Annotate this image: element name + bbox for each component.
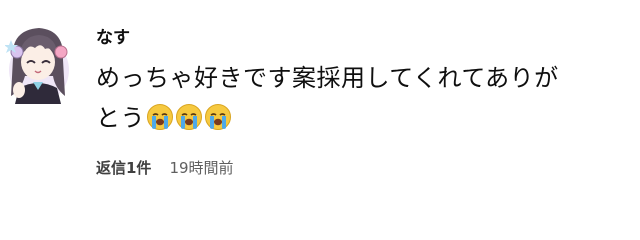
comment-timestamp: 19時間前	[169, 159, 234, 177]
comment-item: なす めっちゃ好きです案採用してくれてありが とう 返信1件 19時間前	[0, 0, 640, 240]
comment-author[interactable]: なす	[96, 26, 626, 50]
comment-meta: 返信1件 19時間前	[96, 157, 626, 179]
comment-text-line1: めっちゃ好きです案採用してくれてありが	[96, 64, 559, 92]
loudly-crying-face-icon	[175, 103, 203, 143]
loudly-crying-face-icon	[146, 103, 174, 143]
loudly-crying-face-icon	[204, 103, 232, 143]
user-avatar[interactable]	[5, 18, 69, 104]
comment-text: めっちゃ好きです案採用してくれてありが とう	[96, 58, 596, 143]
comment-body: なす めっちゃ好きです案採用してくれてありが とう 返信1件 19時間前	[96, 26, 626, 179]
comment-text-line2: とう	[96, 104, 145, 132]
replies-button[interactable]: 返信1件	[96, 157, 151, 179]
